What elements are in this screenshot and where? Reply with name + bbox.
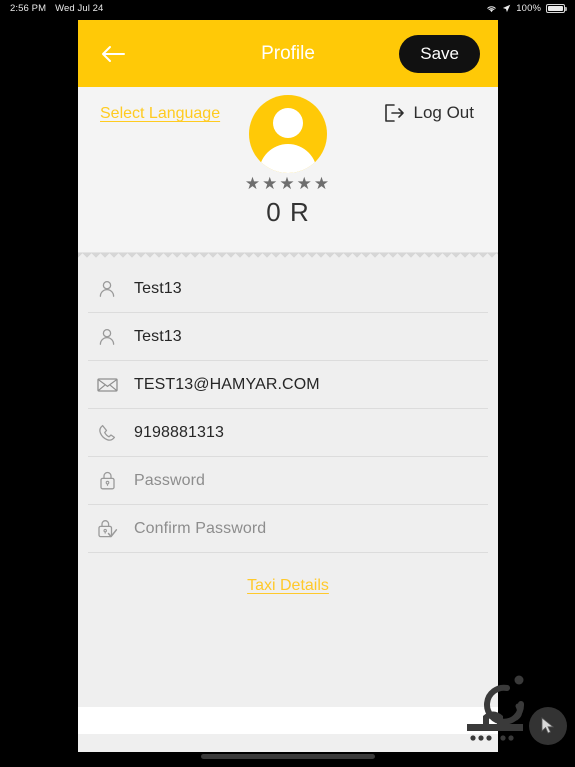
app-header: Profile Save: [78, 20, 498, 87]
field-last-name-value: Test13: [134, 327, 182, 345]
bottom-white-bar: [78, 707, 498, 734]
sawtooth-divider: [78, 252, 498, 261]
status-bar-right: 100%: [486, 2, 567, 14]
user-avatar-icon[interactable]: [249, 95, 327, 173]
avatar-body: [259, 144, 317, 173]
logout-button[interactable]: Log Out: [384, 103, 475, 123]
avatar-head: [273, 108, 303, 138]
device-frame: 2:56 PM Wed Jul 24 100% Profile Save Sel…: [0, 0, 575, 767]
logout-label: Log Out: [413, 103, 475, 122]
field-email-value: TEST13@HAMYAR.COM: [134, 375, 320, 393]
status-bar-date: Wed Jul 24: [55, 2, 104, 14]
field-last-name[interactable]: Test13: [88, 313, 488, 361]
logout-icon: [384, 104, 404, 122]
lock-check-icon: [96, 518, 118, 540]
field-phone-value: 9198881313: [134, 423, 224, 441]
select-language-link[interactable]: Select Language: [100, 105, 220, 123]
wifi-icon: [487, 5, 497, 12]
field-email[interactable]: TEST13@HAMYAR.COM: [88, 361, 488, 409]
form-bottom-spacer: [78, 595, 498, 707]
taxi-details-row: Taxi Details: [78, 553, 498, 595]
location-arrow-icon: [503, 4, 511, 12]
field-first-name-value: Test13: [134, 279, 182, 297]
envelope-icon: [96, 374, 118, 396]
rating-value: 0 R: [266, 197, 310, 227]
field-first-name[interactable]: Test13: [88, 265, 488, 313]
back-arrow-icon: [102, 45, 125, 62]
field-password-placeholder: Password: [134, 471, 206, 489]
save-button[interactable]: Save: [399, 34, 480, 73]
field-confirm-password-placeholder: Confirm Password: [134, 519, 267, 537]
lock-icon: [96, 470, 118, 492]
taxi-details-link[interactable]: Taxi Details: [247, 577, 329, 594]
battery-percent-label: 100%: [516, 2, 541, 14]
back-button[interactable]: [96, 37, 130, 71]
ios-status-bar: 2:56 PM Wed Jul 24 100%: [0, 0, 575, 16]
battery-icon: [546, 3, 567, 13]
status-bar-time: 2:56 PM: [10, 2, 47, 14]
app-window: Profile Save Select Language Log Out ★★★…: [78, 20, 498, 752]
phone-icon: [96, 422, 118, 444]
status-bar-left: 2:56 PM Wed Jul 24: [10, 3, 103, 14]
identity-section: Select Language Log Out ★★★★★ 0 R: [78, 87, 498, 252]
field-phone[interactable]: 9198881313: [88, 409, 488, 457]
star-rating: ★★★★★: [244, 174, 332, 193]
field-password[interactable]: Password: [88, 457, 488, 505]
field-confirm-password[interactable]: Confirm Password: [88, 505, 488, 553]
person-icon: [96, 278, 118, 300]
home-indicator: [200, 754, 375, 759]
profile-form: Test13 Test13 TEST13@HAMYAR.COM 91988813…: [78, 261, 498, 707]
cursor-arrow-icon: [529, 707, 567, 745]
person-icon: [96, 326, 118, 348]
